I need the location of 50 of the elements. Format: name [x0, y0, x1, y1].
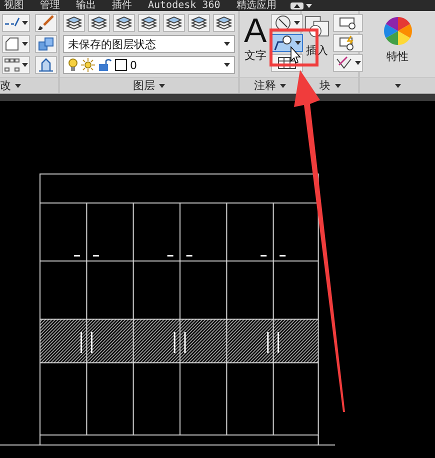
leader-icon [272, 34, 293, 52]
caret-icon[interactable] [306, 4, 312, 8]
caret-icon[interactable] [334, 84, 340, 88]
ribbon-tab[interactable]: Autodesk 360 [140, 0, 228, 11]
caret-icon[interactable] [280, 84, 286, 88]
properties-button[interactable]: 特性 [382, 16, 412, 77]
caret-icon[interactable] [159, 84, 165, 88]
layers-icon[interactable] [165, 15, 183, 31]
caret-icon[interactable] [22, 63, 28, 67]
block-create-icon[interactable] [339, 16, 357, 30]
text-button[interactable]: A 文字 [244, 14, 267, 77]
panel-title[interactable]: 图层 [133, 78, 155, 93]
layers-icon[interactable] [215, 15, 233, 31]
polygon-icon[interactable] [4, 36, 20, 52]
caret-icon[interactable] [394, 84, 400, 88]
panel-title[interactable]: 改 [0, 78, 11, 93]
caret-icon[interactable] [224, 42, 230, 46]
ribbon-tab[interactable]: 视图 [0, 0, 32, 11]
color-swatch-icon [115, 59, 127, 71]
caret-icon[interactable] [355, 61, 361, 65]
stretch-icon[interactable] [37, 57, 55, 73]
ribbon-tab[interactable]: 插件 [104, 0, 140, 11]
color-wheel-icon [382, 16, 412, 46]
block-insert-icon [304, 14, 330, 40]
layers-icon[interactable] [65, 15, 83, 31]
ribbon-tab[interactable]: 输出 [68, 0, 104, 11]
layers-icon[interactable] [190, 15, 208, 31]
layers-icon[interactable] [140, 15, 158, 31]
sun-icon[interactable] [81, 58, 95, 72]
brush-icon[interactable] [37, 15, 55, 31]
attribute-icon[interactable] [335, 55, 353, 71]
text-icon: A [244, 14, 267, 48]
caret-icon[interactable] [15, 84, 21, 88]
leader-button[interactable] [270, 34, 303, 52]
layer-dropdown[interactable]: 0 [63, 56, 235, 74]
caret-icon[interactable] [224, 63, 230, 67]
array-icon[interactable] [4, 58, 20, 72]
ribbon-tab[interactable]: 管理 [32, 0, 68, 11]
caret-icon[interactable] [22, 42, 28, 46]
caret-icon[interactable] [294, 21, 300, 25]
lock-icon[interactable] [98, 58, 112, 72]
layer-state-dropdown[interactable]: 未保存的图层状态 [63, 35, 235, 53]
bulb-icon[interactable] [68, 58, 78, 72]
panel-title[interactable]: 块 [320, 78, 330, 93]
caret-icon[interactable] [22, 21, 28, 25]
copy-icon[interactable] [37, 36, 55, 52]
cursor-icon [290, 46, 301, 64]
layers-icon[interactable] [90, 15, 108, 31]
layer-name: 0 [130, 58, 137, 72]
layers-icon[interactable] [115, 15, 133, 31]
